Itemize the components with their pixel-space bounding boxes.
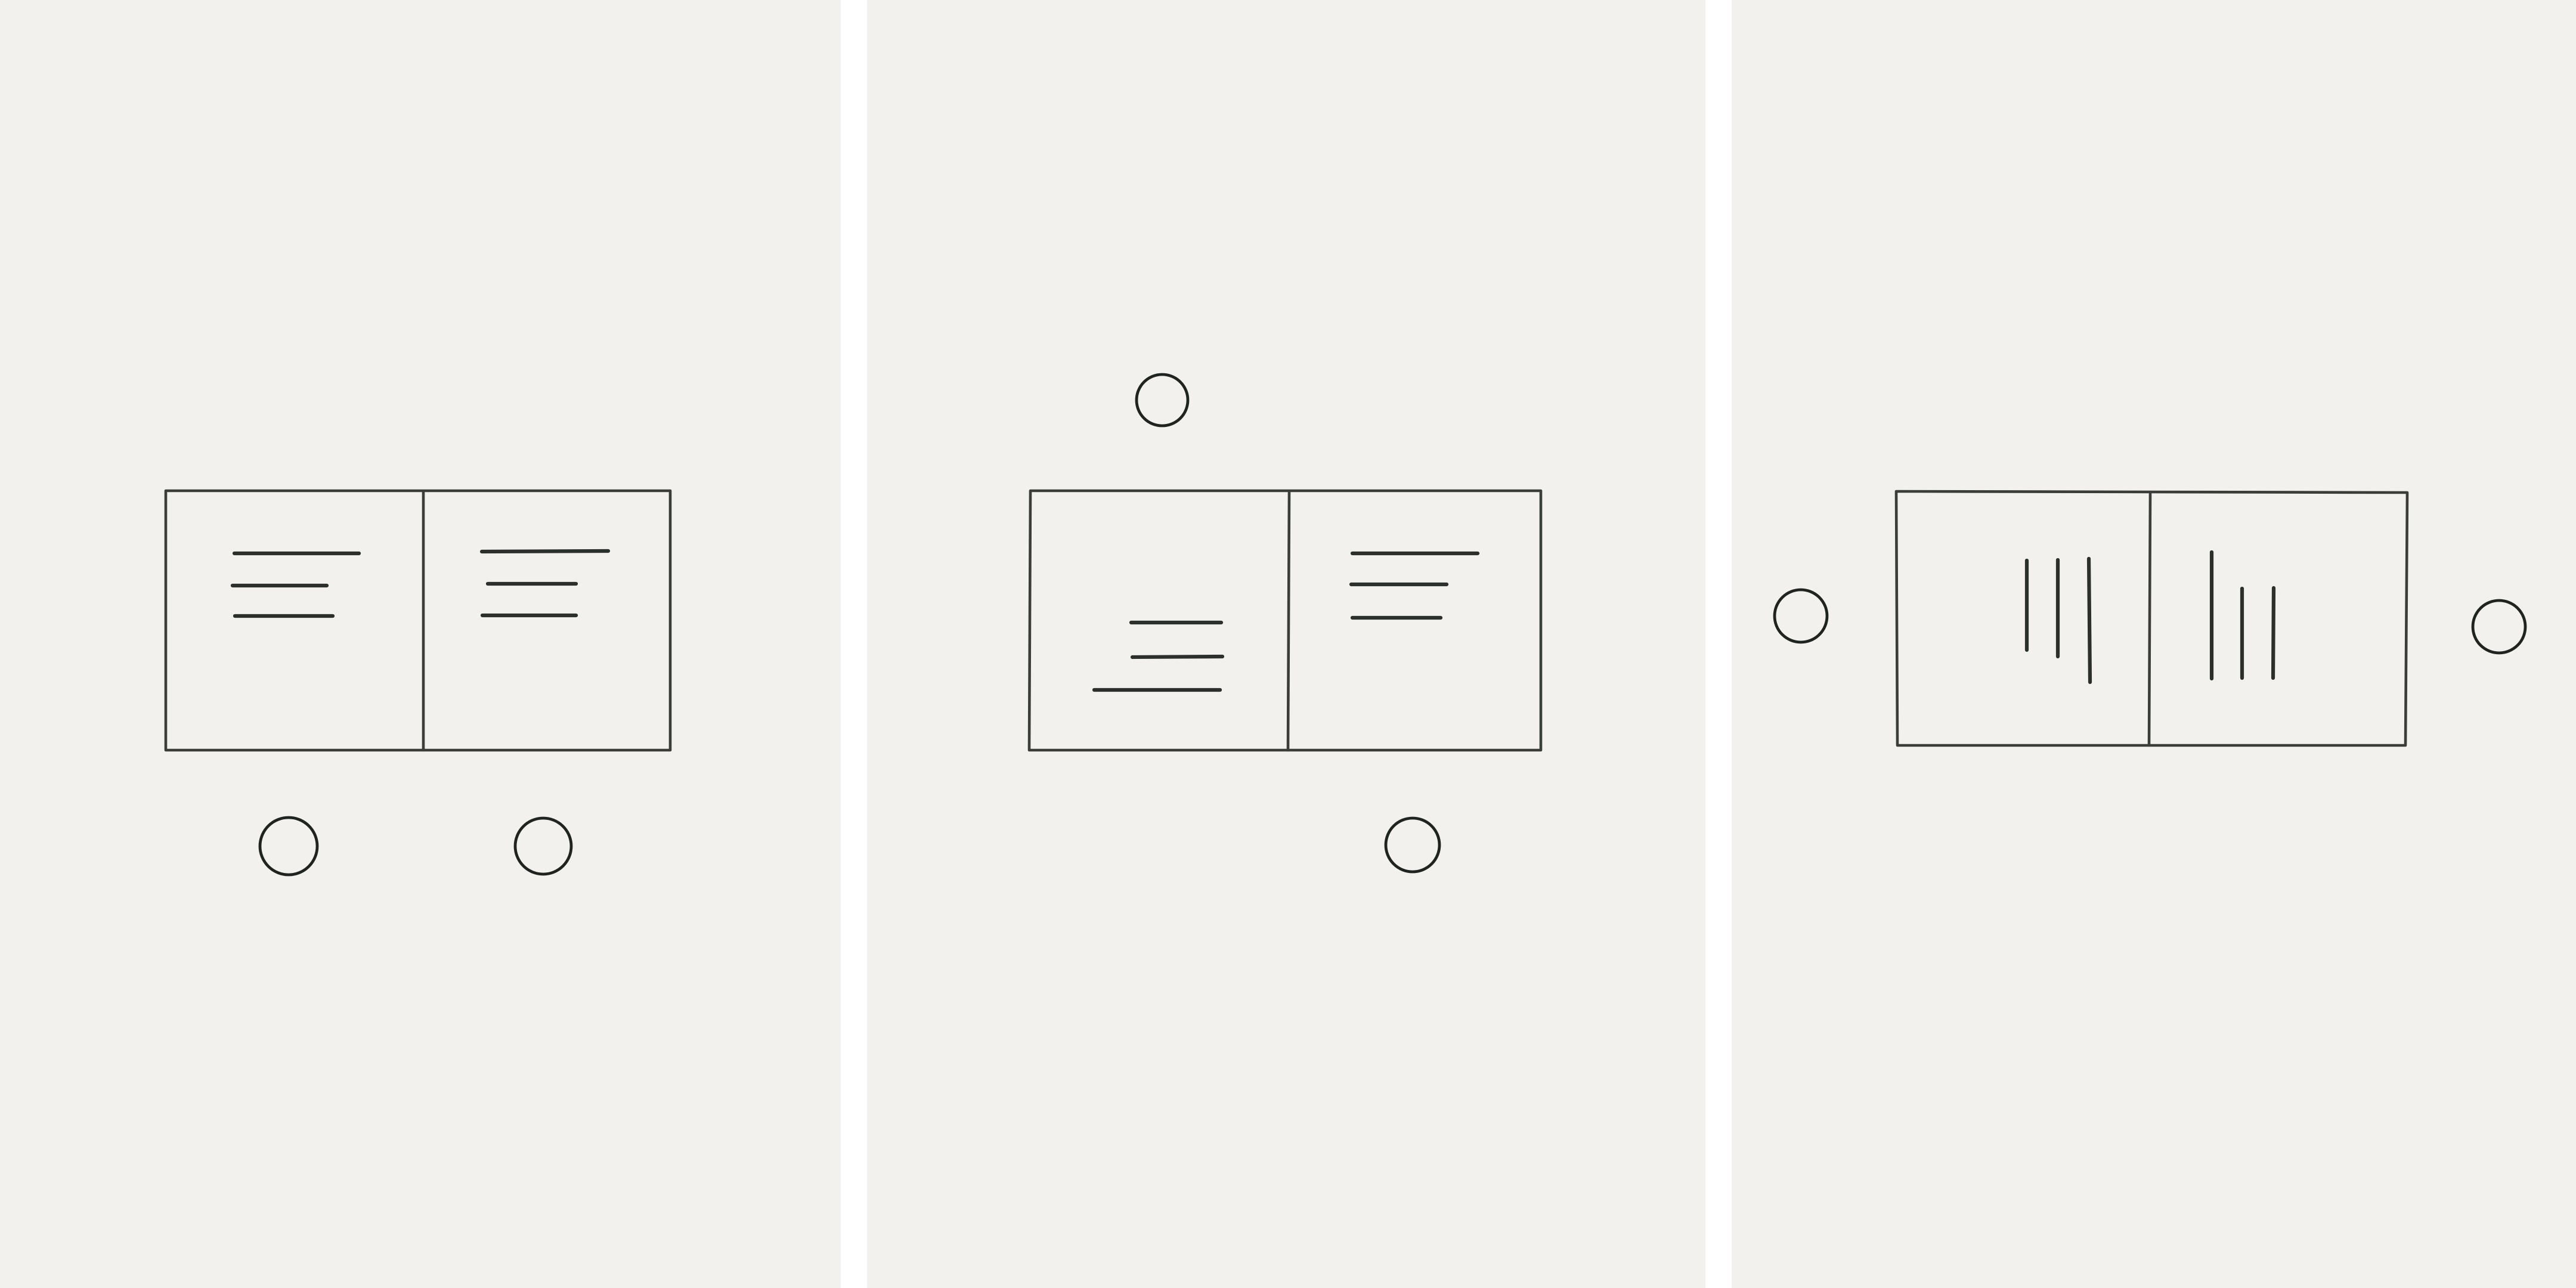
panel-2-divider xyxy=(1286,490,1291,752)
panel-2 xyxy=(867,0,1705,1288)
panel-1-paper xyxy=(0,0,841,1288)
panel-3-left-line-3 xyxy=(2086,556,2092,685)
panel-3-right-line-3 xyxy=(2271,586,2276,680)
panel-3-paper xyxy=(1732,0,2576,1288)
panel-1 xyxy=(0,0,841,1288)
panel-3-divider xyxy=(2147,491,2152,747)
panel-1-right-line-1 xyxy=(479,549,611,554)
panel-3 xyxy=(1732,0,2576,1288)
panel-2-paper xyxy=(867,0,1705,1288)
sketch-triptych xyxy=(0,0,2576,1288)
